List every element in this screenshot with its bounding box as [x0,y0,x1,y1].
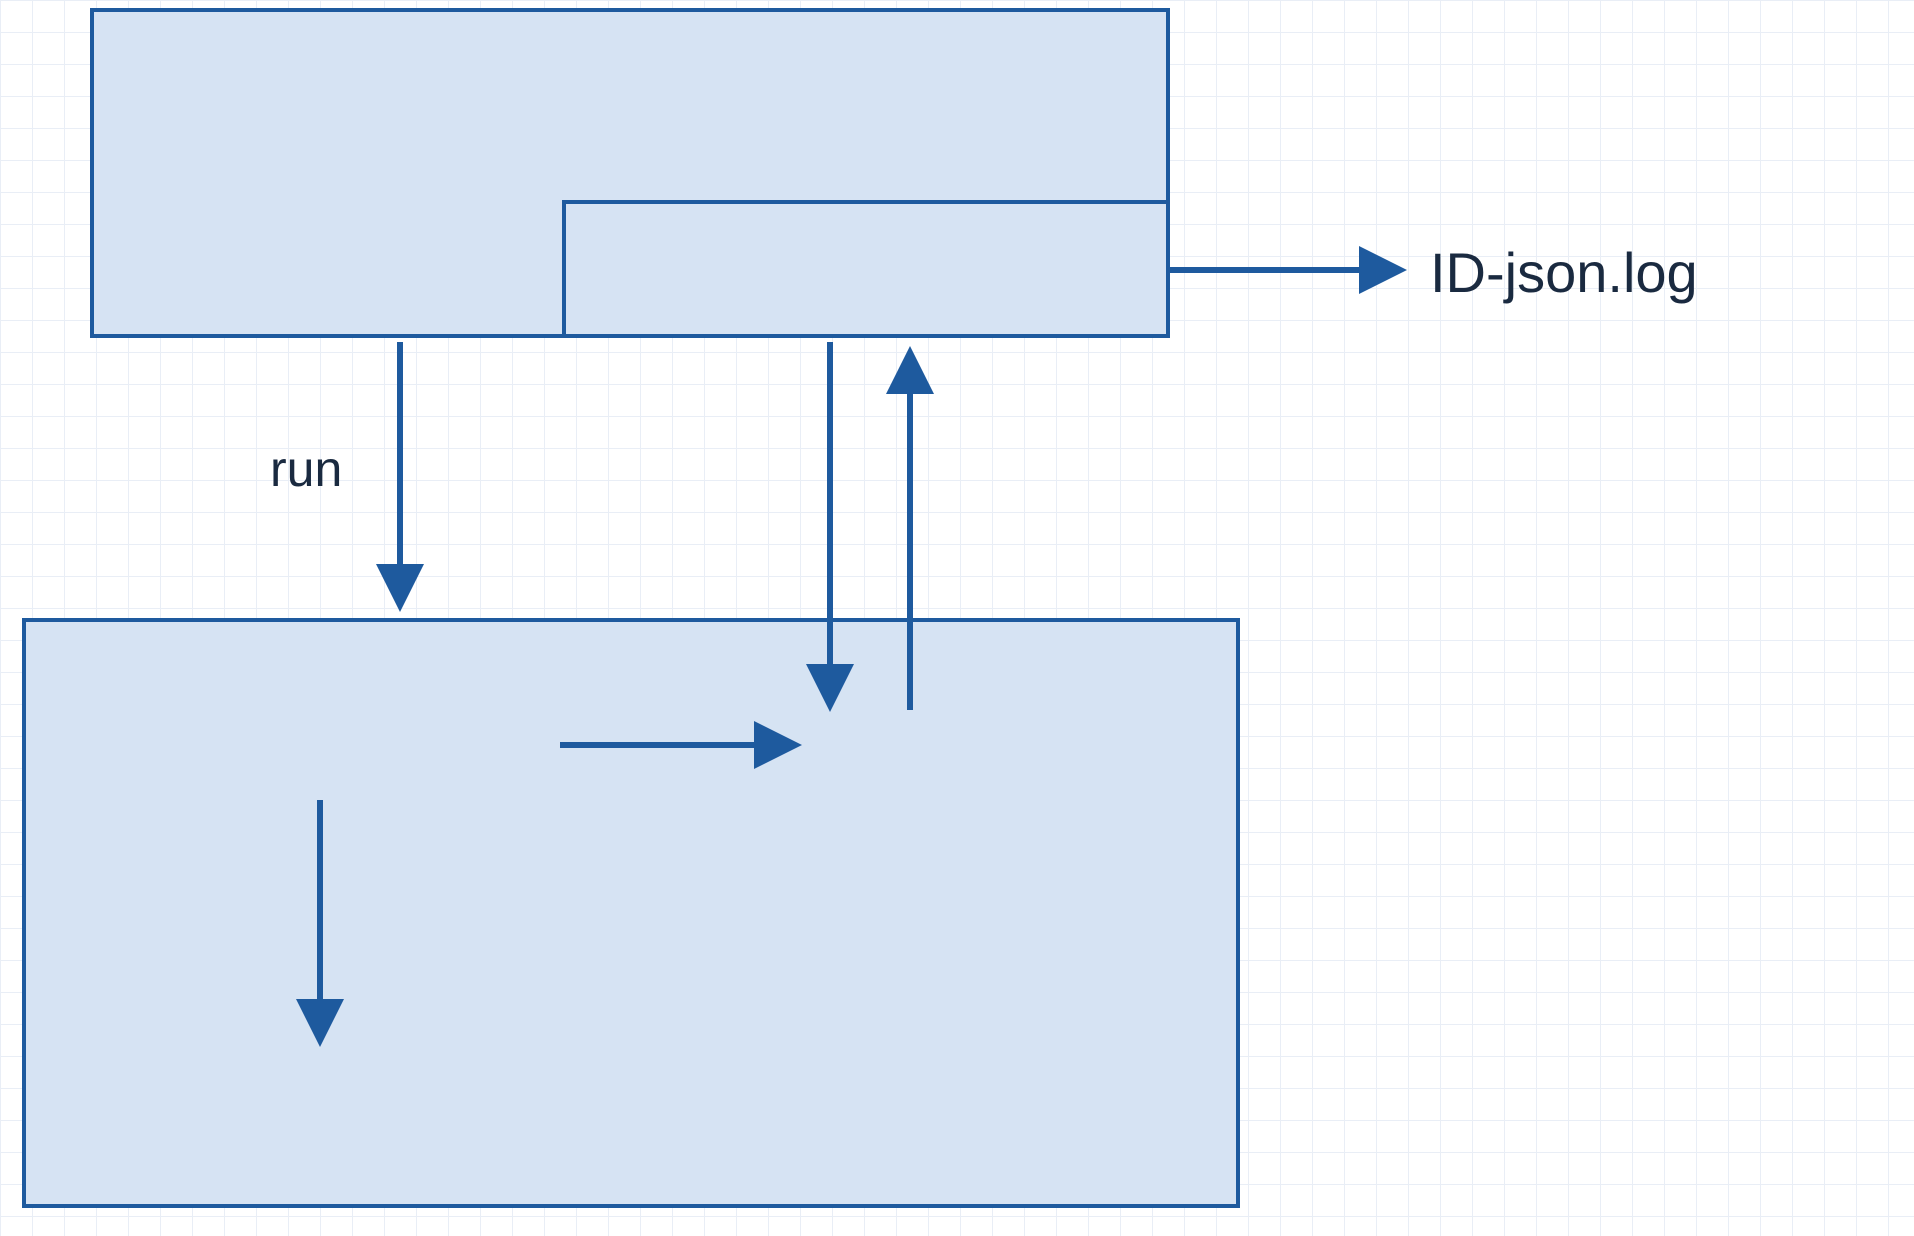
arrows-layer [0,0,1914,1236]
